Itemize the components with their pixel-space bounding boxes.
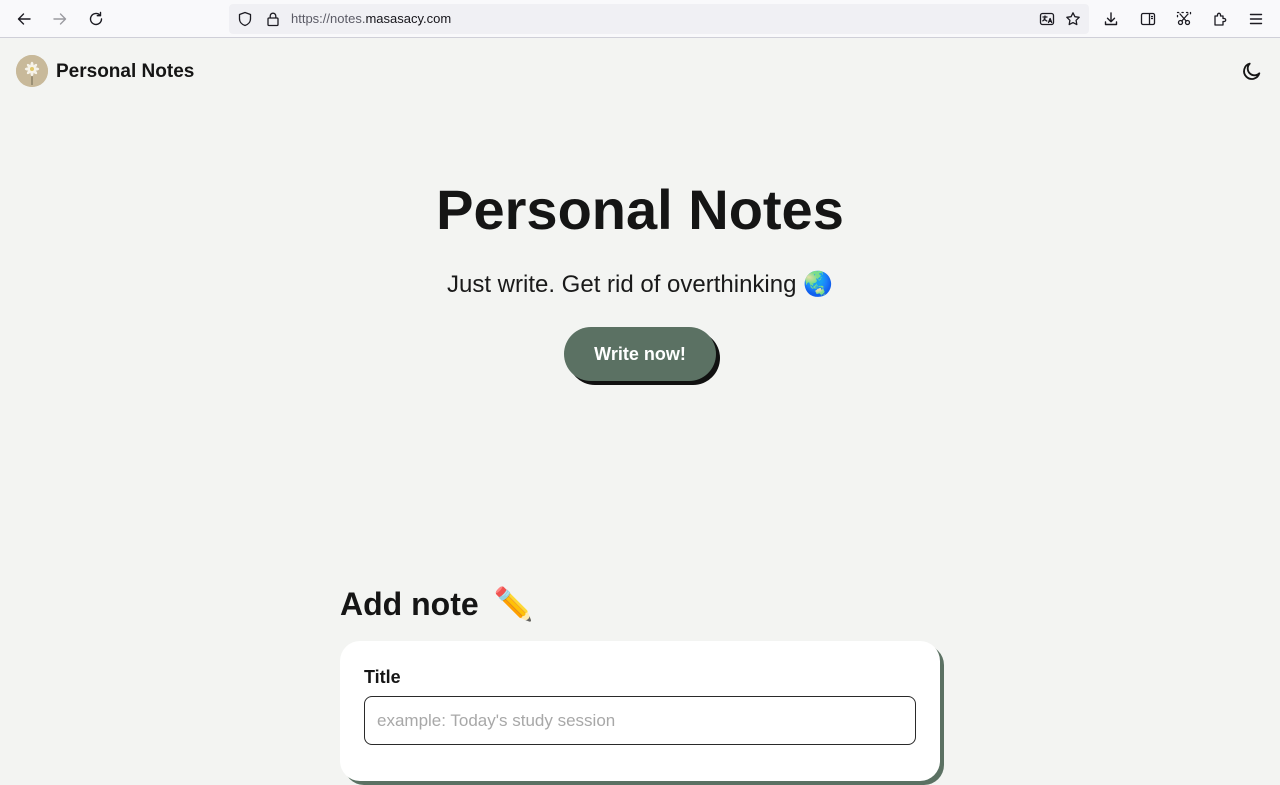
forward-button[interactable] — [48, 7, 72, 31]
address-bar[interactable]: https://notes.masasacy.com — [229, 4, 1089, 34]
add-note-form: Title — [340, 641, 940, 781]
scissors-icon — [1176, 11, 1192, 26]
reload-icon — [89, 11, 103, 26]
write-now-cta: Write now! — [564, 327, 720, 385]
hero-subtitle: Just write. Get rid of overthinking 🌏 — [446, 271, 834, 298]
flower-logo-icon — [16, 55, 48, 87]
arrow-right-icon — [53, 13, 67, 25]
title-label: Title — [364, 667, 401, 687]
lock-icon[interactable] — [265, 11, 281, 27]
url-domain: masasacy.com — [365, 11, 452, 26]
dark-mode-toggle[interactable] — [1240, 59, 1264, 83]
puzzle-icon — [1214, 12, 1227, 26]
pencil-emoji: ✏️ — [493, 585, 534, 622]
arrow-left-icon — [17, 13, 31, 25]
star-icon[interactable] — [1065, 11, 1081, 27]
screenshot-button[interactable] — [1172, 7, 1196, 31]
sidebar-button[interactable] — [1136, 7, 1160, 31]
add-note-heading: Add note ✏️ — [340, 585, 533, 623]
site-logo[interactable] — [16, 55, 48, 87]
hero-title: Personal Notes — [436, 178, 844, 241]
add-note-heading-text: Add note — [340, 586, 479, 622]
menu-button[interactable] — [1244, 7, 1268, 31]
download-icon — [1104, 12, 1118, 26]
url-text[interactable]: https://notes.masasacy.com — [291, 11, 451, 27]
translate-icon[interactable] — [1039, 11, 1055, 27]
write-now-button[interactable]: Write now! — [564, 327, 716, 381]
moon-icon — [1243, 62, 1261, 80]
shield-icon[interactable] — [237, 11, 253, 27]
downloads-button[interactable] — [1099, 7, 1123, 31]
brand-name[interactable]: Personal Notes — [56, 61, 194, 83]
sidebar-icon — [1140, 12, 1156, 26]
title-input[interactable] — [364, 696, 916, 745]
hamburger-menu-icon — [1249, 13, 1263, 25]
browser-toolbar: https://notes.masasacy.com — [0, 0, 1280, 38]
site-header: Personal Notes — [0, 39, 1280, 103]
extensions-button[interactable] — [1208, 7, 1232, 31]
reload-button[interactable] — [84, 7, 108, 31]
back-button[interactable] — [12, 7, 36, 31]
url-prefix: https://notes. — [291, 11, 366, 26]
